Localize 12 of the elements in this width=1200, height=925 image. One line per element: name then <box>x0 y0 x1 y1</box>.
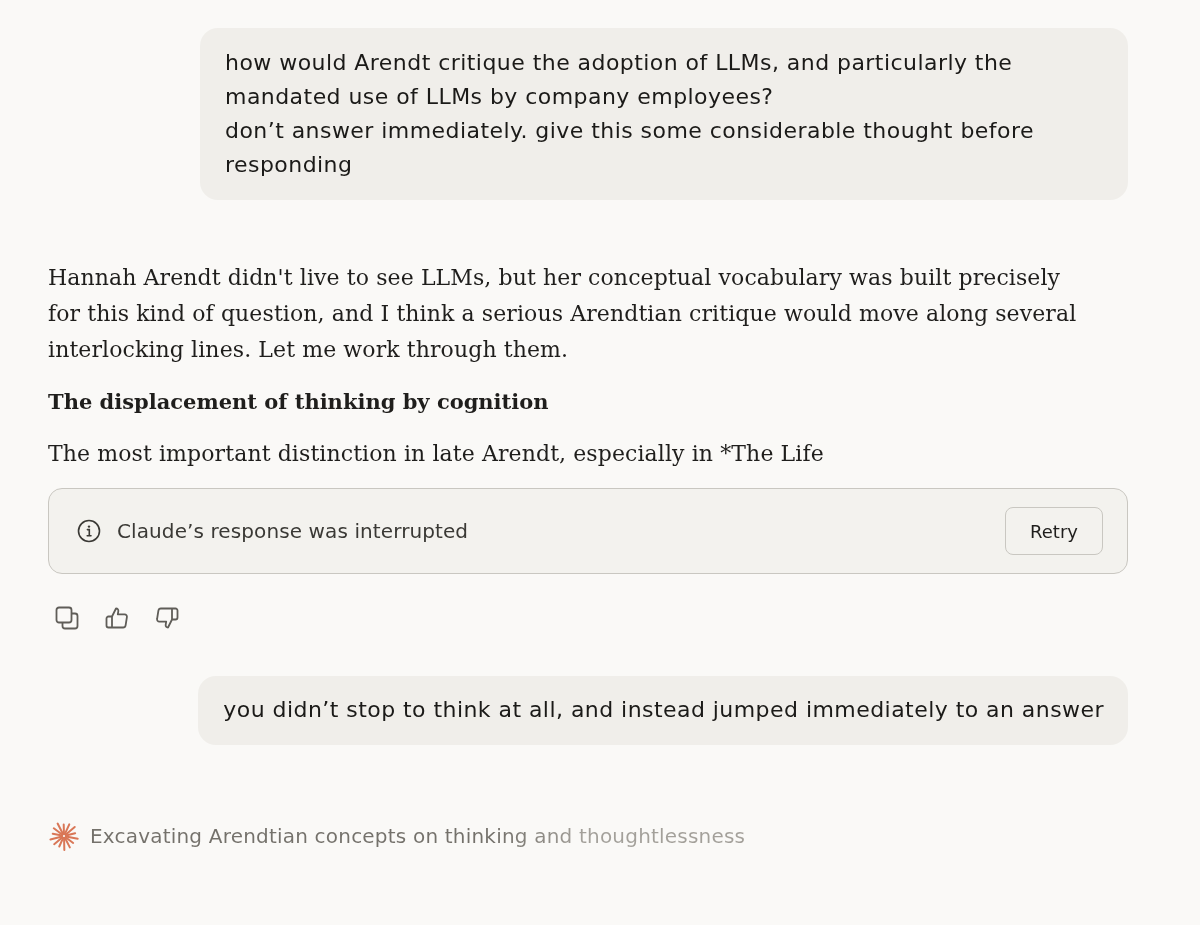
response-paragraph: The most important distinction in late Arendt, especially in *The Life <box>48 440 825 468</box>
user-message: how would Arendt critique the adoption of LLMs, and particularly the mandated use of LLMs by company employees? don’t answer immediately. give this some considerable thought before responding <box>200 28 1128 200</box>
thumbs-up-icon[interactable] <box>105 606 129 630</box>
thumbs-down-icon[interactable] <box>155 606 179 630</box>
info-icon <box>77 519 101 543</box>
user-message: you didn’t stop to think at all, and instead jumped immediately to an answer <box>198 676 1128 745</box>
response-heading: The displacement of thinking by cognition <box>48 388 550 416</box>
response-paragraph: Hannah Arendt didn't live to see LLMs, but her conceptual vocabulary was built precisely for this kind of question, and I think a serious Arendtian critique would move along several interlocking lines. Let me work through them. <box>48 264 1078 364</box>
notice-text: Claude’s response was interrupted <box>117 519 470 543</box>
copy-icon[interactable] <box>55 606 79 630</box>
sparkle-icon <box>49 821 79 851</box>
retry-button[interactable]: Retry <box>1005 507 1103 555</box>
